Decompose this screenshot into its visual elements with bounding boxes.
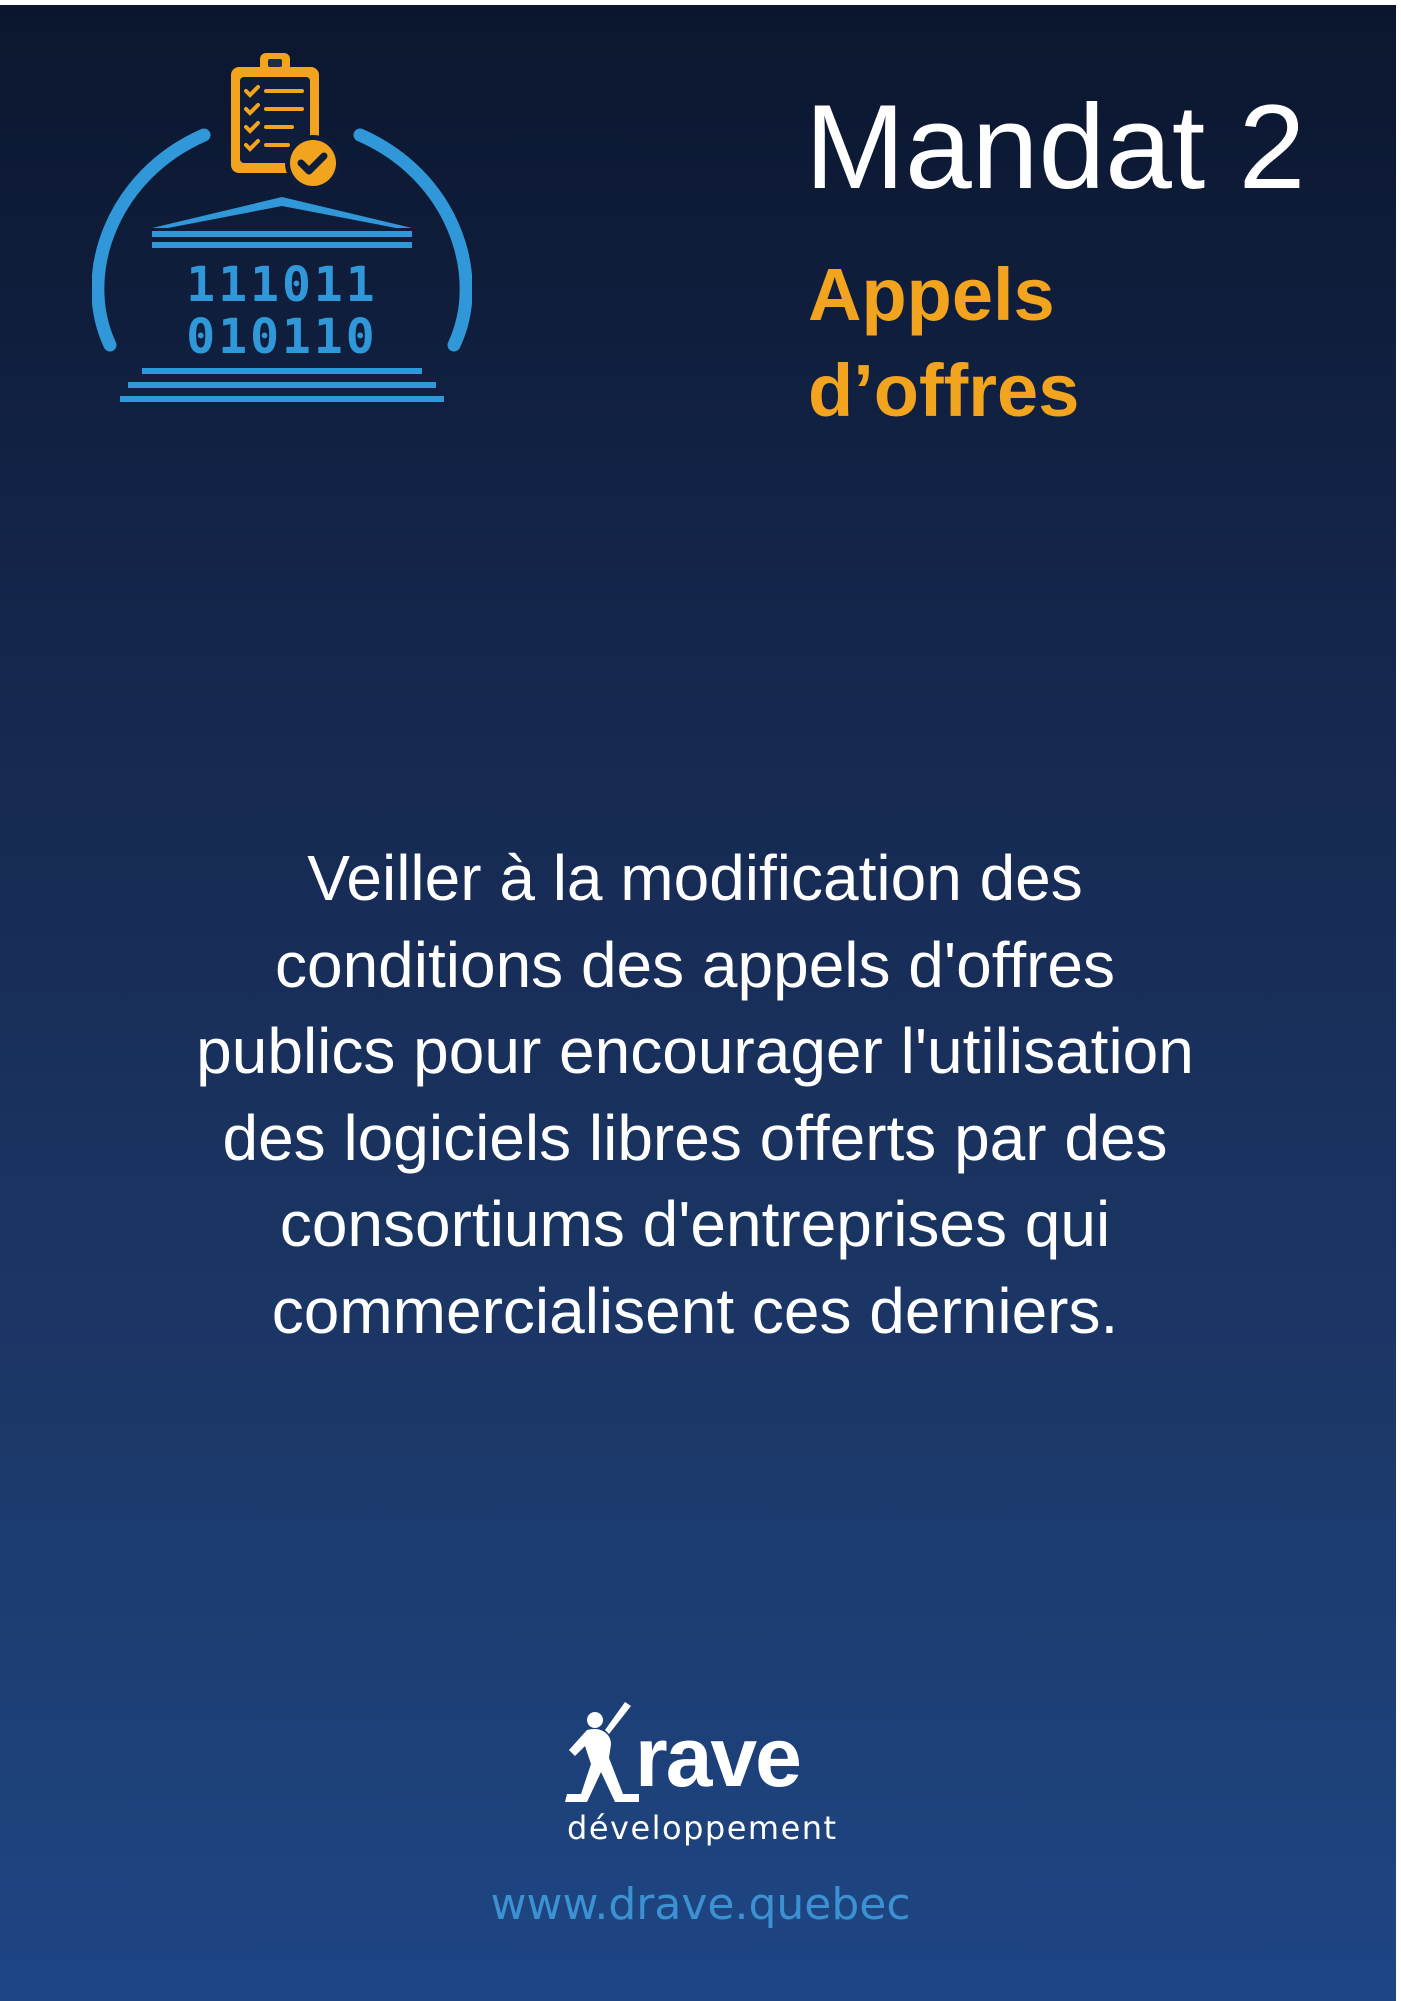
description-line: publics pour encourager l'utilisation [196,1015,1194,1087]
mandate-emblem: 111011 010110 [92,45,472,415]
logo-wordmark: rave [635,1710,802,1804]
poster-panel: 111011 010110 Mandat 2 Appels d’offres V… [0,5,1396,2001]
binary-line-1: 111011 [186,257,377,313]
mandate-description: Veiller à la modification des conditions… [90,835,1300,1354]
page-title: Mandat 2 [805,80,1306,214]
runner-figure-icon [565,1702,639,1802]
government-building-icon: 111011 010110 [120,197,444,402]
binary-line-2: 010110 [186,309,377,365]
description-line: Veiller à la modification des [307,842,1083,914]
logo-tagline: développement [567,1809,838,1847]
description-line: commercialisent ces derniers. [271,1274,1119,1347]
description-line: consortiums d'entreprises qui [279,1188,1111,1260]
subtitle: Appels d’offres [808,247,1079,439]
page: 111011 010110 Mandat 2 Appels d’offres V… [0,0,1401,2001]
description-line: des logiciels libres offerts par des [222,1101,1168,1174]
subtitle-line: d’offres [808,349,1080,432]
clipboard-check-icon [231,53,341,191]
description-line: conditions des appels d'offres [274,928,1116,1001]
drave-logo: rave développement [555,1700,855,1860]
website-link[interactable]: www.drave.quebec [0,1883,1396,1927]
subtitle-line: Appels [808,253,1055,336]
